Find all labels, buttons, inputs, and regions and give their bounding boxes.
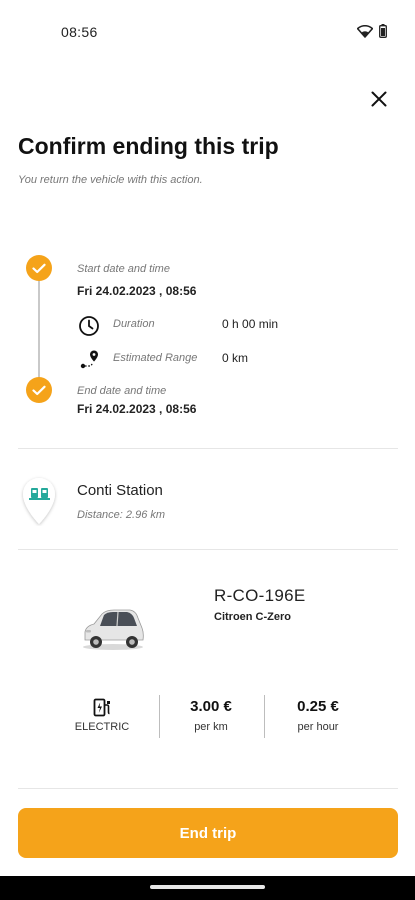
vehicle-model: Citroen C-Zero (214, 611, 291, 623)
spec-divider (159, 695, 160, 738)
price-per-km-label: per km (194, 721, 228, 733)
spec-fuel: ELECTRIC (52, 698, 152, 733)
price-per-km: 3.00 € (190, 698, 232, 715)
end-trip-button[interactable]: End trip (18, 808, 398, 858)
spec-price-km: 3.00 € per km (161, 698, 261, 733)
status-icons (356, 24, 387, 43)
spec-divider (264, 695, 265, 738)
license-plate: R-CO-196E (214, 586, 306, 605)
station-name: Conti Station (77, 482, 163, 499)
page-title: Confirm ending this trip (18, 133, 279, 159)
car-image (80, 606, 146, 652)
duration-label: Duration (113, 318, 155, 330)
fuel-type-label: ELECTRIC (74, 721, 130, 733)
price-per-hour: 0.25 € (297, 698, 339, 715)
range-value: 0 km (222, 351, 249, 365)
end-value: Fri 24.02.2023 , 08:56 (77, 402, 197, 416)
divider (18, 788, 398, 789)
divider (18, 448, 398, 449)
start-value: Fri 24.02.2023 , 08:56 (77, 284, 197, 298)
station-distance: Distance: 2.96 km (77, 509, 166, 521)
home-gesture-handle[interactable] (150, 885, 265, 889)
start-label: Start date and time (77, 263, 170, 275)
status-time: 08:56 (61, 24, 98, 40)
charging-station-pin-icon (20, 474, 58, 526)
end-check-icon (26, 377, 52, 403)
start-check-icon (26, 255, 52, 281)
page-subtitle: You return the vehicle with this action. (18, 174, 203, 186)
battery-icon (379, 24, 387, 43)
close-icon (371, 91, 387, 112)
ev-charging-icon (52, 698, 152, 717)
duration-value: 0 h 00 min (222, 317, 279, 331)
end-label: End date and time (77, 385, 167, 397)
status-bar: 08:56 (0, 0, 415, 64)
price-per-hour-label: per hour (297, 721, 339, 733)
timeline-line (38, 268, 40, 391)
spec-price-hour: 0.25 € per hour (268, 698, 368, 733)
close-button[interactable] (366, 88, 392, 114)
clock-icon (78, 315, 100, 337)
range-label: Estimated Range (113, 352, 198, 364)
wifi-icon (356, 24, 374, 43)
divider (18, 549, 398, 550)
route-icon (78, 349, 100, 371)
navigation-bar (0, 876, 415, 900)
